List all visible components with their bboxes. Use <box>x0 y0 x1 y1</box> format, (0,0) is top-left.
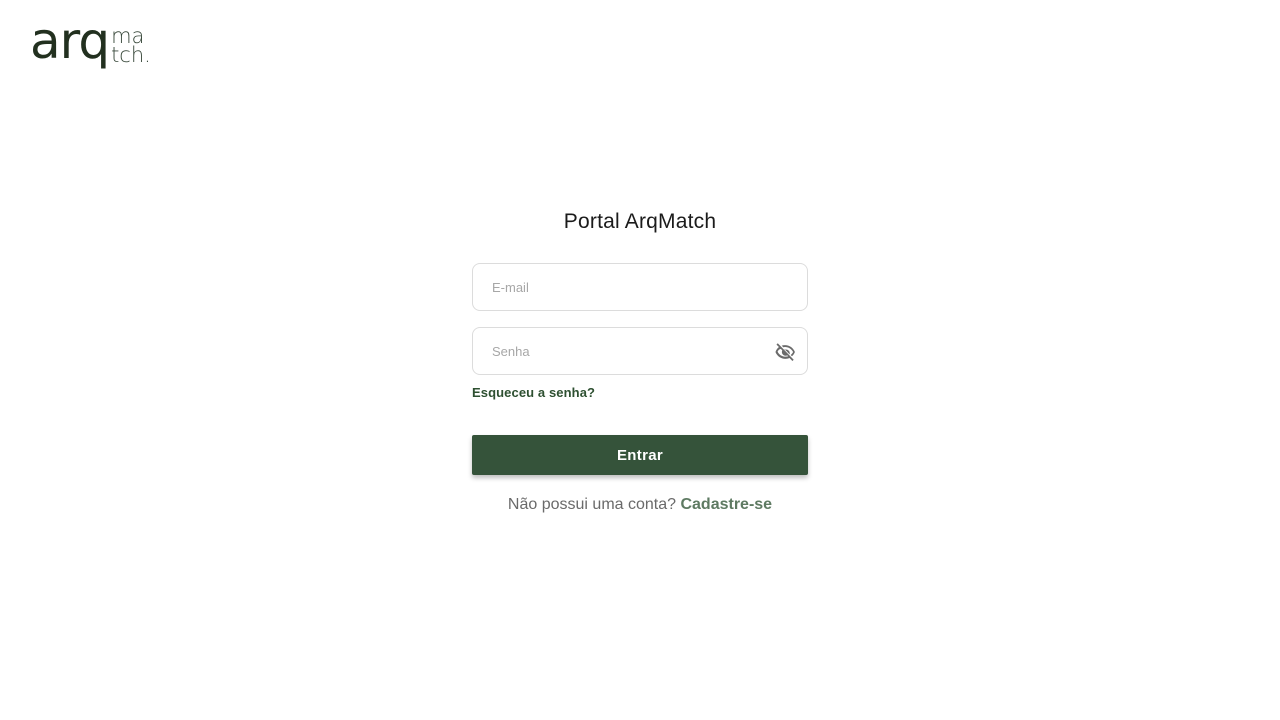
password-field-wrapper <box>472 327 808 375</box>
signup-prompt: Não possui uma conta? <box>507 496 681 513</box>
eye-off-icon[interactable] <box>774 341 796 363</box>
logo-side-text: ma tch. <box>111 26 151 67</box>
email-field-wrapper <box>472 263 808 311</box>
login-page: arq ma tch. Portal ArqMatch Esqueceu a s… <box>0 0 1280 720</box>
signup-row: Não possui uma conta? Cadastre-se <box>472 496 808 514</box>
forgot-password-link[interactable]: Esqueceu a senha? <box>472 385 595 400</box>
arqmatch-logo[interactable]: arq ma tch. <box>30 12 151 70</box>
login-button[interactable]: Entrar <box>472 435 808 475</box>
logo-side-line-2: tch. <box>111 43 151 67</box>
password-field[interactable] <box>492 343 762 359</box>
email-field[interactable] <box>492 279 762 295</box>
page-title: Portal ArqMatch <box>563 210 717 233</box>
signup-link[interactable]: Cadastre-se <box>680 496 772 513</box>
logo-main-text: arq <box>30 12 110 70</box>
login-form: Portal ArqMatch Esqueceu a senha? Entrar… <box>472 200 808 514</box>
